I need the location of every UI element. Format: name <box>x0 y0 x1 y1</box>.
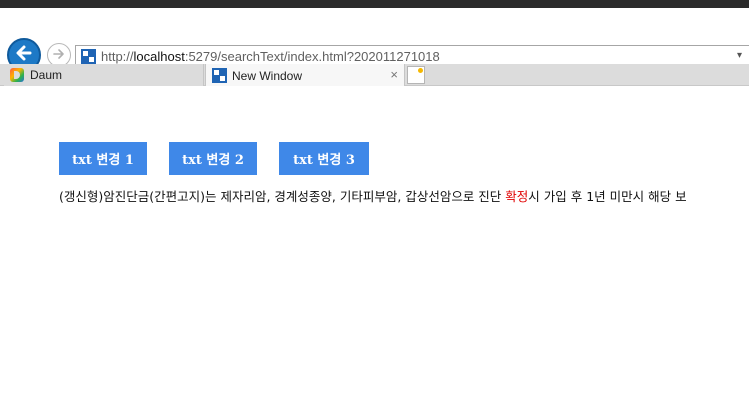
url-rest: :5279/searchText/index.html?202011271018 <box>184 49 440 64</box>
daum-logo-icon <box>10 68 24 82</box>
dropdown-arrow-icon[interactable]: ▾ <box>737 50 742 61</box>
tab-bar: Daum New Window × <box>0 64 749 87</box>
site-favicon-icon <box>212 68 227 83</box>
site-favicon-icon <box>81 49 96 64</box>
window-top-strip <box>0 0 749 8</box>
new-tab-button[interactable] <box>407 66 425 84</box>
tab-daum[interactable]: Daum <box>4 64 204 86</box>
url-text[interactable]: http://localhost:5279/searchText/index.h… <box>101 49 440 64</box>
tab-label: Daum <box>30 68 63 82</box>
url-host: localhost <box>133 49 185 64</box>
txt-change-1-button[interactable]: txt 변경 1 <box>59 142 147 175</box>
highlighted-word: 확정 <box>505 189 529 204</box>
text-after: 시 가입 후 1년 미만시 해당 보 <box>528 189 687 204</box>
description-text: (갱신형)암진단금(간편고지)는 제자리암, 경계성종양, 기타피부암, 갑상선… <box>59 186 687 205</box>
txt-change-3-button[interactable]: txt 변경 3 <box>279 142 369 175</box>
forward-arrow-icon <box>52 46 66 65</box>
url-prefix: http:// <box>101 49 134 64</box>
close-tab-icon[interactable]: × <box>390 67 398 82</box>
page-content: txt 변경 1 txt 변경 2 txt 변경 3 (갱신형)암진단금(간편고… <box>0 86 749 416</box>
text-before: (갱신형)암진단금(간편고지)는 제자리암, 경계성종양, 기타피부암, 갑상선… <box>59 189 506 204</box>
tab-new-window[interactable]: New Window × <box>205 64 405 87</box>
tab-label: New Window <box>232 68 303 83</box>
txt-change-2-button[interactable]: txt 변경 2 <box>169 142 257 175</box>
